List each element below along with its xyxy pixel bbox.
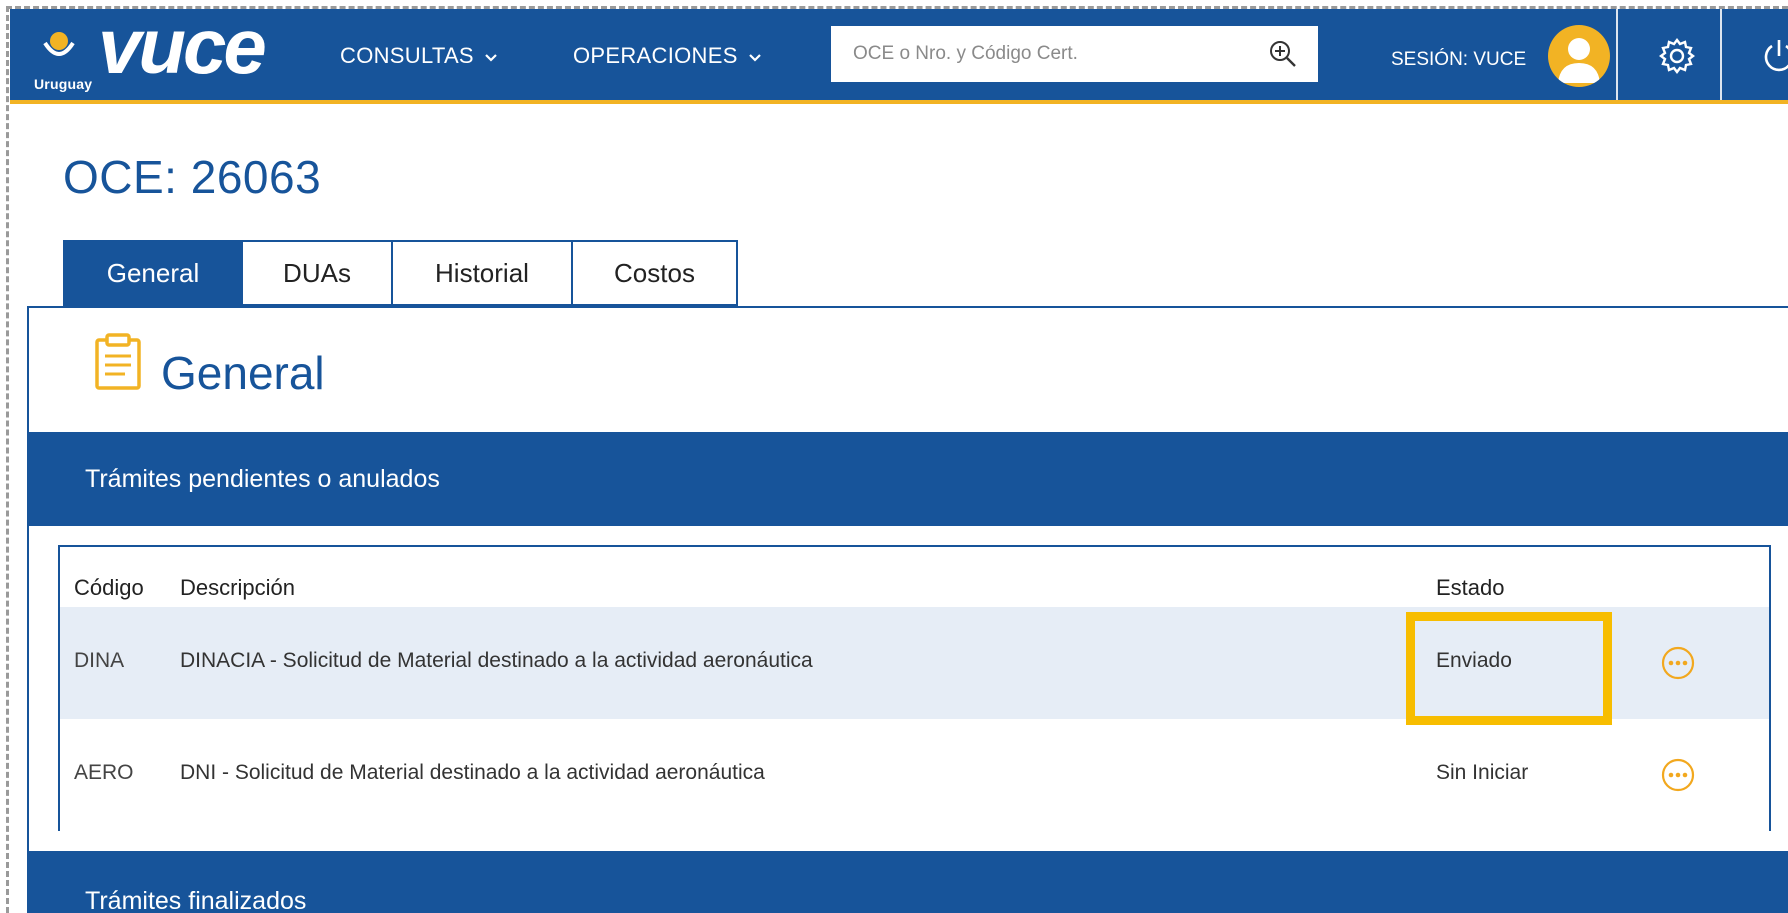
row-description: DINACIA - Solicitud de Material destinad… (180, 649, 813, 672)
tab-duas[interactable]: DUAs (243, 240, 393, 306)
search-input[interactable] (831, 26, 1251, 82)
uruguay-sun-icon (42, 27, 76, 72)
tab-costos[interactable]: Costos (573, 240, 738, 306)
brand-name: vuce (98, 2, 267, 90)
session-label: SESIÓN: VUCE (1391, 49, 1527, 70)
pending-table: Código Descripción Estado DINA DINACIA -… (58, 545, 1771, 831)
row-code: AERO (74, 761, 134, 784)
table-row[interactable]: DINA DINACIA - Solicitud de Material des… (60, 607, 1769, 719)
more-options-icon[interactable] (1660, 757, 1696, 798)
tab-general[interactable]: General (63, 240, 243, 306)
chevron-down-icon (748, 43, 762, 69)
clipboard-icon (93, 332, 145, 397)
vuce-logo[interactable]: Uruguay vuce (22, 7, 297, 93)
user-avatar-icon[interactable] (1548, 25, 1610, 87)
nav-consultas[interactable]: CONSULTAS (340, 43, 498, 69)
table-row[interactable]: AERO DNI - Solicitud de Material destina… (60, 719, 1769, 831)
more-options-icon[interactable] (1660, 645, 1696, 686)
column-header-state: Estado (1436, 575, 1505, 600)
row-description: DNI - Solicitud de Material destinado a … (180, 761, 765, 784)
row-state: Enviado (1436, 649, 1512, 672)
column-header-code: Código (74, 575, 144, 600)
chevron-down-icon (484, 43, 498, 69)
header-divider (1720, 9, 1722, 100)
search-zoom-icon[interactable] (1268, 39, 1298, 74)
brand-country: Uruguay (34, 76, 93, 92)
nav-operaciones[interactable]: OPERACIONES (573, 43, 762, 69)
tab-historial[interactable]: Historial (393, 240, 573, 306)
gear-icon[interactable] (1658, 37, 1696, 80)
tab-bar: General DUAs Historial Costos (63, 240, 738, 306)
nav-consultas-label: CONSULTAS (340, 43, 474, 68)
top-navigation-bar: Uruguay vuce CONSULTAS OPERACIONES SESIÓ… (10, 7, 1788, 104)
pending-section-header: Trámites pendientes o anulados (29, 432, 1788, 526)
search-box (831, 26, 1318, 82)
general-panel: General Trámites pendientes o anulados C… (27, 306, 1788, 913)
row-code: DINA (74, 649, 125, 672)
header-divider (1616, 9, 1618, 100)
column-header-description: Descripción (180, 575, 295, 600)
page-title: OCE: 26063 (63, 151, 322, 203)
power-icon[interactable] (1762, 37, 1788, 80)
finished-section-header: Trámites finalizados (29, 851, 1788, 913)
nav-operaciones-label: OPERACIONES (573, 43, 738, 68)
panel-title: General (161, 347, 325, 399)
row-state: Sin Iniciar (1436, 761, 1529, 784)
